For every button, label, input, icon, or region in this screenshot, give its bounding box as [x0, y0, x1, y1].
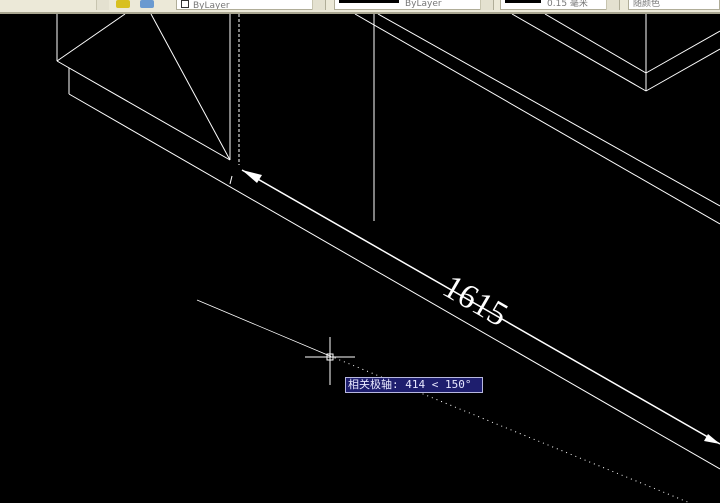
color-control[interactable]: ByLayer: [176, 0, 326, 10]
lineweight-control-value: 0.15 毫米: [547, 0, 588, 9]
plotstyle-control-value: 随颜色: [633, 0, 661, 9]
layer-previous-icon[interactable]: [140, 0, 154, 8]
polar-tracking-tooltip: 相关极轴: 414 < 150°: [345, 377, 483, 393]
plotstyle-control[interactable]: 随颜色: [628, 0, 720, 10]
layer-dropdown-arrow[interactable]: [96, 0, 109, 10]
lineweight-control[interactable]: 0.15 毫米: [500, 0, 620, 10]
linetype-swatch: [339, 0, 399, 3]
linetype-control[interactable]: ByLayer: [334, 0, 494, 10]
color-swatch-icon: [181, 0, 189, 8]
drawing-canvas[interactable]: [0, 14, 720, 503]
dimension-arrow-start-icon: [242, 170, 262, 183]
lineweight-dropdown-arrow[interactable]: [606, 0, 619, 10]
properties-toolbar: ByLayer ByLayer 0.15 毫米 随颜色: [0, 0, 720, 14]
tooltip-value: 414 < 150°: [405, 378, 472, 391]
linetype-dropdown-arrow[interactable]: [480, 0, 493, 10]
drawing-lines: [56, 14, 720, 470]
color-dropdown-arrow[interactable]: [312, 0, 325, 10]
linetype-control-value: ByLayer: [405, 0, 442, 9]
layer-state-icon[interactable]: [116, 0, 130, 8]
tooltip-label: 相关极轴:: [348, 378, 399, 391]
color-control-value: ByLayer: [193, 1, 230, 10]
lineweight-swatch: [505, 0, 541, 3]
polar-tracking-line: [196, 299, 691, 503]
